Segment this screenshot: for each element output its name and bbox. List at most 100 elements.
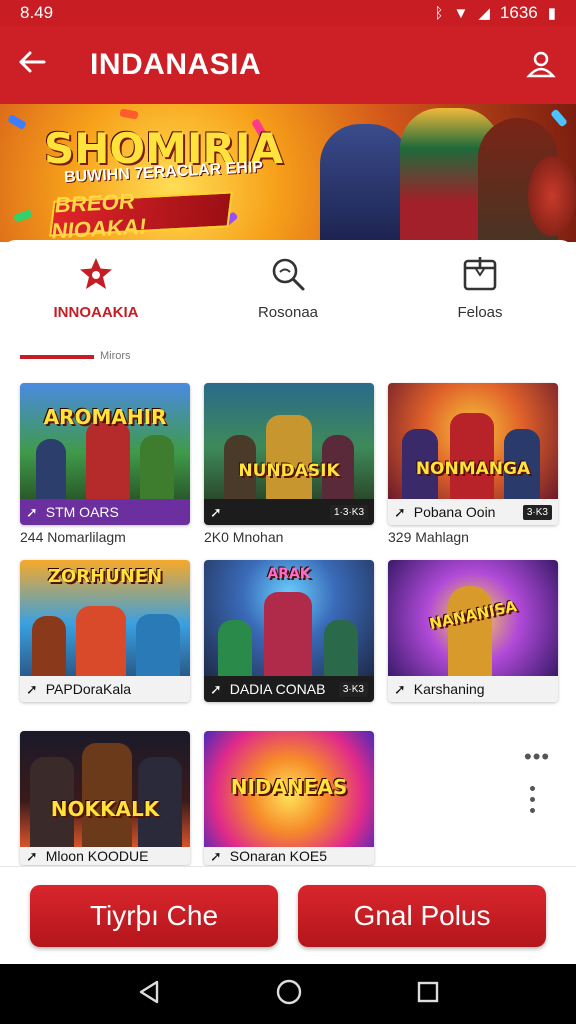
character-art (86, 421, 130, 499)
nav-back-icon[interactable] (136, 979, 162, 1010)
character-art (82, 743, 132, 847)
game-thumbnail: NUNDASIK (204, 383, 374, 499)
game-art-title: ARAK (267, 566, 311, 582)
game-card[interactable]: NANANISA ➚ Karshaning (388, 560, 558, 702)
tab-search[interactable]: Rosonaa (192, 254, 384, 334)
character-art (36, 439, 66, 499)
promo-banner[interactable]: SHOMIRIA BUWIHN 7ERACLAR EHIP BREOR NIOA… (0, 104, 576, 242)
character-art (264, 592, 312, 676)
game-card[interactable]: ZORHUNEN ➚ PAPDoraKala (20, 560, 190, 702)
game-info-bar: ➚ Karshaning (388, 676, 558, 702)
section-hint: Mirors (100, 350, 131, 362)
active-tab-indicator (20, 355, 94, 359)
game-label: PAPDoraKala (45, 681, 132, 697)
confetti (550, 108, 568, 128)
game-card[interactable]: ARAK ➚ DADIA CONAB 3·K3 (204, 560, 374, 702)
tab-bar: INNOAAKIA Rosonaa Feloas (0, 254, 576, 334)
game-info-bar: ➚ DADIA CONAB 3·K3 (204, 676, 374, 702)
character-art (32, 616, 66, 676)
game-thumbnail: ARAK (204, 560, 374, 676)
game-type-icon: ➚ (26, 680, 38, 697)
more-vertical-icon[interactable] (530, 786, 535, 813)
game-card[interactable]: AROMAHIR ➚ STM OARS (20, 383, 190, 525)
game-caption: 244 Nomarlilagm (20, 529, 126, 545)
battery-icon: ▮ (547, 5, 556, 22)
character-art (448, 586, 492, 676)
banner-tag: BREOR NIOAKA! (49, 188, 233, 242)
game-type-icon: ➚ (394, 503, 406, 520)
game-card[interactable]: NONMANGA ➚ Pobana Ooin 3·K3 (388, 383, 558, 525)
game-label: Karshaning (413, 681, 485, 697)
game-thumbnail: NONMANGA (388, 383, 558, 499)
character-art (136, 614, 180, 676)
game-art-title: NIDANEAS (230, 775, 348, 799)
character-art (450, 413, 494, 499)
star-icon (76, 254, 116, 294)
game-info-bar: ➚ STM OARS (20, 499, 190, 525)
signal-icon: ◢ (478, 5, 490, 22)
system-nav-bar (0, 964, 576, 1024)
bluetooth-icon: ᛒ (434, 4, 444, 22)
secondary-action-button[interactable]: Gnal Polus (298, 885, 546, 947)
game-info-bar: ➚ Pobana Ooin 3·K3 (388, 499, 558, 525)
game-info-bar: ➚ 1·3·K3 (204, 499, 374, 525)
game-info-bar: ➚ PAPDoraKala (20, 676, 190, 702)
status-clock-right: 1636 (499, 3, 538, 22)
calendar-icon (460, 254, 500, 294)
back-arrow-icon[interactable] (18, 48, 62, 82)
game-card[interactable]: NIDANEAS ➚ SOnaran KOE5 (204, 731, 374, 865)
game-type-icon: ➚ (394, 680, 406, 697)
game-badge: 1·3·K3 (329, 504, 368, 520)
game-info-bar: ➚ Mloon KOODUE (20, 847, 190, 865)
status-bar: 8.49 ᛒ ▼ ◢ 1636 ▮ (0, 0, 576, 26)
more-horizontal-icon[interactable]: ••• (524, 744, 550, 770)
wifi-icon: ▼ (453, 4, 469, 22)
game-badge: 3·K3 (522, 504, 552, 520)
nav-home-icon[interactable] (275, 978, 303, 1011)
game-label: Mloon KOODUE (45, 848, 149, 864)
hero-character (320, 124, 410, 242)
game-info-bar: ➚ SOnaran KOE5 (204, 847, 374, 865)
app-title: INDANASIA (90, 48, 262, 81)
confetti (119, 108, 139, 120)
shield-icon (528, 156, 576, 236)
game-type-icon: ➚ (210, 503, 222, 520)
game-art-title: NUNDASIK (238, 461, 340, 481)
confetti (13, 209, 33, 223)
game-caption: 329 Mahlagn (388, 529, 469, 545)
game-art-title: ZORHUNEN (47, 566, 163, 587)
primary-action-button[interactable]: Tiyrþı Che (30, 885, 278, 947)
character-art (266, 415, 312, 499)
game-thumbnail: NOKKALK (20, 731, 190, 847)
game-type-icon: ➚ (210, 680, 222, 697)
game-thumbnail: ZORHUNEN (20, 560, 190, 676)
game-card[interactable]: NUNDASIK ➚ 1·3·K3 (204, 383, 374, 525)
game-thumbnail: NANANISA (388, 560, 558, 676)
character-art (140, 435, 174, 499)
game-label: STM OARS (45, 504, 119, 520)
game-label: Pobana Ooin (413, 504, 496, 520)
game-badge: 3·K3 (338, 681, 368, 697)
game-type-icon: ➚ (26, 847, 38, 864)
tab-label: INNOAAKIA (53, 304, 139, 321)
game-card[interactable]: NOKKALK ➚ Mloon KOODUE (20, 731, 190, 865)
game-type-icon: ➚ (210, 847, 222, 864)
game-label: SOnaran KOE5 (229, 848, 328, 864)
tab-events[interactable]: Feloas (384, 254, 576, 334)
tab-label: Feloas (457, 304, 503, 321)
status-icons: ᛒ ▼ ◢ 1636 ▮ (434, 3, 556, 23)
account-icon[interactable] (524, 48, 558, 82)
banner-tag-text: BREOR NIOAKA! (50, 188, 149, 242)
status-time: 8.49 (20, 3, 54, 22)
character-art (76, 606, 126, 676)
bottom-action-bar: Tiyrþı Che Gnal Polus (0, 866, 576, 964)
game-art-title: NOKKALK (50, 797, 160, 821)
game-thumbnail: NIDANEAS (204, 731, 374, 847)
tab-featured[interactable]: INNOAAKIA (0, 254, 192, 334)
game-label: DADIA CONAB (229, 681, 326, 697)
character-art (324, 620, 358, 676)
game-type-icon: ➚ (26, 503, 38, 520)
game-caption: 2K0 Mnohan (204, 529, 284, 545)
search-icon (268, 254, 308, 294)
nav-recents-icon[interactable] (416, 980, 440, 1009)
